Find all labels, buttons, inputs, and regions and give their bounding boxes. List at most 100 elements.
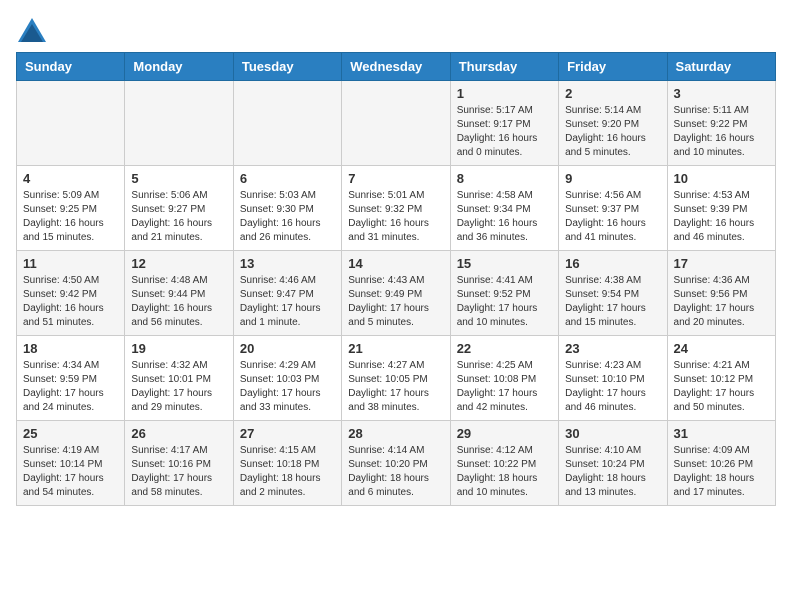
calendar-cell <box>233 81 341 166</box>
calendar-cell: 8 Sunrise: 4:58 AMSunset: 9:34 PMDaylight… <box>450 166 558 251</box>
calendar-cell: 24 Sunrise: 4:21 AMSunset: 10:12 PMDaylig… <box>667 336 775 421</box>
day-number: 17 <box>674 256 769 271</box>
day-number: 28 <box>348 426 443 441</box>
day-info: Sunrise: 4:27 AMSunset: 10:05 PMDaylight… <box>348 359 443 415</box>
day-info: Sunrise: 5:03 AMSunset: 9:30 PMDaylight:… <box>240 189 335 245</box>
calendar-cell: 18 Sunrise: 4:34 AMSunset: 9:59 PMDayligh… <box>17 336 125 421</box>
calendar-cell: 17 Sunrise: 4:36 AMSunset: 9:56 PMDayligh… <box>667 251 775 336</box>
calendar-week-5: 25 Sunrise: 4:19 AMSunset: 10:14 PMDaylig… <box>17 421 776 506</box>
day-info: Sunrise: 4:15 AMSunset: 10:18 PMDaylight… <box>240 444 335 500</box>
calendar-week-4: 18 Sunrise: 4:34 AMSunset: 9:59 PMDayligh… <box>17 336 776 421</box>
day-info: Sunrise: 4:50 AMSunset: 9:42 PMDaylight:… <box>23 274 118 330</box>
day-number: 21 <box>348 341 443 356</box>
calendar-cell: 26Sunrise: 4:17 AMSunset: 10:16 PMDaylig… <box>125 421 233 506</box>
calendar-cell <box>342 81 450 166</box>
day-number: 11 <box>23 256 118 271</box>
day-number: 6 <box>240 171 335 186</box>
day-number: 30 <box>565 426 660 441</box>
day-info: Sunrise: 4:25 AMSunset: 10:08 PMDaylight… <box>457 359 552 415</box>
day-number: 26 <box>131 426 226 441</box>
calendar-cell: 14 Sunrise: 4:43 AMSunset: 9:49 PMDayligh… <box>342 251 450 336</box>
day-info: Sunrise: 4:53 AMSunset: 9:39 PMDaylight:… <box>674 189 769 245</box>
page-header <box>16 16 776 44</box>
calendar-header-tuesday: Tuesday <box>233 53 341 81</box>
day-number: 8 <box>457 171 552 186</box>
calendar-cell <box>17 81 125 166</box>
day-info: Sunrise: 5:14 AMSunset: 9:20 PMDaylight:… <box>565 104 660 160</box>
calendar-header-wednesday: Wednesday <box>342 53 450 81</box>
calendar-cell: 5Sunrise: 5:06 AMSunset: 9:27 PMDaylight… <box>125 166 233 251</box>
calendar-cell: 4 Sunrise: 5:09 AMSunset: 9:25 PMDaylight… <box>17 166 125 251</box>
day-info: Sunrise: 4:10 AMSunset: 10:24 PMDaylight… <box>565 444 660 500</box>
calendar-header-friday: Friday <box>559 53 667 81</box>
calendar-cell: 6 Sunrise: 5:03 AMSunset: 9:30 PMDaylight… <box>233 166 341 251</box>
day-number: 18 <box>23 341 118 356</box>
calendar-cell: 9 Sunrise: 4:56 AMSunset: 9:37 PMDaylight… <box>559 166 667 251</box>
day-info: Sunrise: 4:34 AMSunset: 9:59 PMDaylight:… <box>23 359 118 415</box>
calendar-cell: 23 Sunrise: 4:23 AMSunset: 10:10 PMDaylig… <box>559 336 667 421</box>
day-number: 10 <box>674 171 769 186</box>
day-number: 14 <box>348 256 443 271</box>
day-info: Sunrise: 4:32 AMSunset: 10:01 PMDaylight… <box>131 359 226 415</box>
calendar-cell: 21 Sunrise: 4:27 AMSunset: 10:05 PMDaylig… <box>342 336 450 421</box>
calendar-cell <box>125 81 233 166</box>
day-number: 4 <box>23 171 118 186</box>
day-number: 3 <box>674 86 769 101</box>
day-info: Sunrise: 4:14 AMSunset: 10:20 PMDaylight… <box>348 444 443 500</box>
day-number: 27 <box>240 426 335 441</box>
calendar-cell: 12 Sunrise: 4:48 AMSunset: 9:44 PMDayligh… <box>125 251 233 336</box>
calendar-header-sunday: Sunday <box>17 53 125 81</box>
calendar-cell: 29 Sunrise: 4:12 AMSunset: 10:22 PMDaylig… <box>450 421 558 506</box>
calendar-cell: 2 Sunrise: 5:14 AMSunset: 9:20 PMDaylight… <box>559 81 667 166</box>
calendar-cell: 28 Sunrise: 4:14 AMSunset: 10:20 PMDaylig… <box>342 421 450 506</box>
calendar-cell: 3Sunrise: 5:11 AMSunset: 9:22 PMDaylight… <box>667 81 775 166</box>
calendar-cell: 10 Sunrise: 4:53 AMSunset: 9:39 PMDayligh… <box>667 166 775 251</box>
day-info: Sunrise: 4:21 AMSunset: 10:12 PMDaylight… <box>674 359 769 415</box>
calendar-cell: 27 Sunrise: 4:15 AMSunset: 10:18 PMDaylig… <box>233 421 341 506</box>
day-number: 23 <box>565 341 660 356</box>
logo-icon <box>16 16 48 44</box>
day-number: 31 <box>674 426 769 441</box>
day-info: Sunrise: 4:41 AMSunset: 9:52 PMDaylight:… <box>457 274 552 330</box>
day-info: Sunrise: 4:56 AMSunset: 9:37 PMDaylight:… <box>565 189 660 245</box>
day-info: Sunrise: 4:29 AMSunset: 10:03 PMDaylight… <box>240 359 335 415</box>
calendar-cell: 31 Sunrise: 4:09 AMSunset: 10:26 PMDaylig… <box>667 421 775 506</box>
day-number: 16 <box>565 256 660 271</box>
day-number: 24 <box>674 341 769 356</box>
day-number: 2 <box>565 86 660 101</box>
day-info: Sunrise: 4:38 AMSunset: 9:54 PMDaylight:… <box>565 274 660 330</box>
logo <box>16 16 50 44</box>
calendar-week-3: 11 Sunrise: 4:50 AMSunset: 9:42 PMDayligh… <box>17 251 776 336</box>
calendar-cell: 30 Sunrise: 4:10 AMSunset: 10:24 PMDaylig… <box>559 421 667 506</box>
day-number: 9 <box>565 171 660 186</box>
calendar-week-1: 1Sunrise: 5:17 AMSunset: 9:17 PMDaylight… <box>17 81 776 166</box>
day-info: Sunrise: 4:46 AMSunset: 9:47 PMDaylight:… <box>240 274 335 330</box>
calendar-cell: 1Sunrise: 5:17 AMSunset: 9:17 PMDaylight… <box>450 81 558 166</box>
day-info: Sunrise: 5:17 AMSunset: 9:17 PMDaylight:… <box>457 104 552 160</box>
day-number: 12 <box>131 256 226 271</box>
day-number: 13 <box>240 256 335 271</box>
calendar-cell: 25 Sunrise: 4:19 AMSunset: 10:14 PMDaylig… <box>17 421 125 506</box>
day-number: 25 <box>23 426 118 441</box>
day-info: Sunrise: 4:23 AMSunset: 10:10 PMDaylight… <box>565 359 660 415</box>
day-number: 22 <box>457 341 552 356</box>
day-info: Sunrise: 4:36 AMSunset: 9:56 PMDaylight:… <box>674 274 769 330</box>
calendar-table: SundayMondayTuesdayWednesdayThursdayFrid… <box>16 52 776 506</box>
day-info: Sunrise: 5:09 AMSunset: 9:25 PMDaylight:… <box>23 189 118 245</box>
day-info: Sunrise: 4:12 AMSunset: 10:22 PMDaylight… <box>457 444 552 500</box>
day-info: Sunrise: 4:48 AMSunset: 9:44 PMDaylight:… <box>131 274 226 330</box>
calendar-week-2: 4 Sunrise: 5:09 AMSunset: 9:25 PMDaylight… <box>17 166 776 251</box>
day-number: 29 <box>457 426 552 441</box>
day-info: Sunrise: 4:58 AMSunset: 9:34 PMDaylight:… <box>457 189 552 245</box>
calendar-cell: 20Sunrise: 4:29 AMSunset: 10:03 PMDaylig… <box>233 336 341 421</box>
calendar-cell: 19Sunrise: 4:32 AMSunset: 10:01 PMDaylig… <box>125 336 233 421</box>
calendar-header-saturday: Saturday <box>667 53 775 81</box>
day-number: 15 <box>457 256 552 271</box>
day-info: Sunrise: 4:19 AMSunset: 10:14 PMDaylight… <box>23 444 118 500</box>
calendar-cell: 11 Sunrise: 4:50 AMSunset: 9:42 PMDayligh… <box>17 251 125 336</box>
calendar-header-thursday: Thursday <box>450 53 558 81</box>
calendar-cell: 16 Sunrise: 4:38 AMSunset: 9:54 PMDayligh… <box>559 251 667 336</box>
day-info: Sunrise: 4:09 AMSunset: 10:26 PMDaylight… <box>674 444 769 500</box>
calendar-cell: 7Sunrise: 5:01 AMSunset: 9:32 PMDaylight… <box>342 166 450 251</box>
day-info: Sunrise: 4:43 AMSunset: 9:49 PMDaylight:… <box>348 274 443 330</box>
